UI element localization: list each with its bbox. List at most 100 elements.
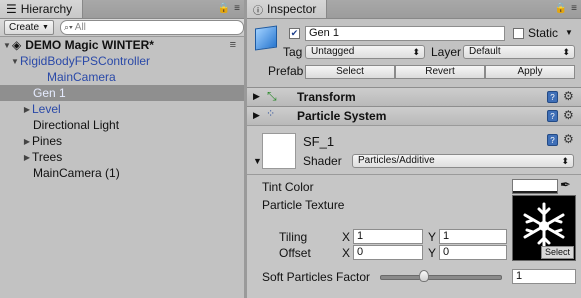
list-item-label: MainCamera (1) bbox=[33, 166, 120, 180]
hierarchy-tabstrip: ☰ Hierarchy 🔒 ≡ bbox=[0, 0, 244, 19]
hierarchy-panel: ☰ Hierarchy 🔒 ≡ Create ▼ ⌕▾ All ▼ ◈ DEMO… bbox=[0, 0, 244, 298]
updown-caret-icon: ⬍ bbox=[562, 47, 570, 57]
inspector-tab-controls: 🔒 ≡ bbox=[555, 3, 577, 14]
list-item-selected[interactable]: Gen 1 bbox=[0, 85, 244, 101]
prefab-apply-button[interactable]: Apply bbox=[485, 65, 575, 79]
scene-name: DEMO Magic WINTER* bbox=[25, 38, 154, 52]
material-header: ▼ SF_1 Shader Particles/Additive ⬍ ? ⚙ bbox=[247, 126, 581, 175]
particle-system-icon: ⁘ bbox=[266, 108, 276, 120]
shader-label: Shader bbox=[303, 154, 342, 168]
tiling-y-field[interactable]: 1 bbox=[439, 229, 507, 244]
help-book-icon[interactable]: ? bbox=[547, 91, 558, 103]
scene-menu-icon[interactable]: ≡ bbox=[230, 39, 236, 51]
hierarchy-tab[interactable]: ☰ Hierarchy bbox=[0, 0, 84, 18]
prefab-select-button[interactable]: Select bbox=[305, 65, 395, 79]
hierarchy-toolbar: Create ▼ ⌕▾ All bbox=[0, 19, 244, 37]
updown-caret-icon: ⬍ bbox=[412, 47, 420, 57]
material-name: SF_1 bbox=[303, 134, 335, 149]
expand-arrow-icon[interactable]: ▶ bbox=[22, 153, 32, 162]
offset-label: Offset bbox=[279, 246, 311, 260]
prefab-label: Prefab bbox=[268, 64, 304, 78]
unity-scene-icon: ◈ bbox=[12, 38, 22, 52]
soft-particles-slider[interactable] bbox=[380, 275, 502, 280]
list-item-label: Trees bbox=[32, 150, 63, 164]
inspector-tab[interactable]: ⓘ Inspector bbox=[247, 0, 328, 18]
static-label: Static bbox=[528, 26, 559, 40]
hierarchy-tab-controls: 🔒 ≡ bbox=[218, 3, 240, 14]
help-book-icon[interactable]: ? bbox=[547, 134, 558, 146]
expand-arrow-icon[interactable]: ▼ bbox=[10, 57, 20, 66]
list-item[interactable]: ▼ RigidBodyFPSController bbox=[0, 53, 244, 69]
gear-icon[interactable]: ⚙ bbox=[563, 132, 574, 146]
list-item[interactable]: MainCamera bbox=[0, 69, 244, 85]
gear-icon[interactable]: ⚙ bbox=[563, 108, 574, 122]
list-item[interactable]: ▶ Level bbox=[0, 101, 244, 117]
search-icon: ⌕▾ bbox=[63, 22, 73, 32]
scene-row[interactable]: ▼ ◈ DEMO Magic WINTER* ≡ bbox=[0, 37, 244, 53]
create-button-label: Create bbox=[9, 22, 40, 33]
create-button[interactable]: Create ▼ bbox=[4, 20, 54, 35]
expand-arrow-icon[interactable]: ▶ bbox=[253, 110, 260, 121]
transform-title: Transform bbox=[297, 90, 356, 104]
texture-slot[interactable]: Select bbox=[512, 195, 576, 261]
expand-arrow-icon[interactable]: ▶ bbox=[22, 137, 32, 146]
soft-particles-field[interactable]: 1 bbox=[512, 269, 576, 284]
search-input[interactable]: ⌕▾ All bbox=[59, 20, 244, 35]
tint-color-label: Tint Color bbox=[262, 180, 314, 194]
list-item-label: RigidBodyFPSController bbox=[20, 54, 151, 68]
updown-caret-icon: ⬍ bbox=[561, 156, 569, 166]
eyedropper-icon[interactable]: ✒ bbox=[560, 177, 571, 193]
list-icon: ☰ bbox=[6, 2, 17, 16]
lock-icon[interactable]: 🔒 bbox=[218, 3, 230, 14]
tag-dropdown[interactable]: Untagged ⬍ bbox=[305, 45, 425, 59]
gear-icon[interactable]: ⚙ bbox=[563, 89, 574, 103]
menu-icon[interactable]: ≡ bbox=[571, 3, 577, 14]
hierarchy-tab-label: Hierarchy bbox=[20, 2, 73, 16]
object-name-field[interactable]: Gen 1 bbox=[305, 26, 505, 41]
object-header: ✔ Gen 1 Static ▼ Tag Untagged ⬍ Layer De… bbox=[247, 19, 581, 87]
slider-thumb[interactable] bbox=[418, 270, 429, 282]
prefab-revert-button[interactable]: Revert bbox=[395, 65, 485, 79]
chevron-down-icon[interactable]: ▼ bbox=[565, 28, 573, 37]
tint-color-swatch[interactable] bbox=[512, 179, 558, 194]
active-checkbox[interactable]: ✔ bbox=[289, 28, 300, 39]
list-item-label: MainCamera bbox=[47, 70, 116, 84]
tiling-x-field[interactable]: 1 bbox=[353, 229, 423, 244]
offset-y-field[interactable]: 0 bbox=[439, 245, 507, 260]
layer-label: Layer bbox=[431, 45, 462, 59]
tiling-label: Tiling bbox=[279, 230, 308, 244]
inspector-tabstrip: ⓘ Inspector 🔒 ≡ bbox=[247, 0, 581, 19]
expand-arrow-icon[interactable]: ▼ bbox=[253, 156, 262, 166]
tiling-x-label: X bbox=[342, 230, 351, 244]
transform-component-header[interactable]: ▶ ⤡ Transform ? ⚙ bbox=[247, 87, 581, 107]
list-item[interactable]: Directional Light bbox=[0, 117, 244, 133]
layer-dropdown[interactable]: Default ⬍ bbox=[463, 45, 575, 59]
list-item-label: Gen 1 bbox=[33, 86, 66, 100]
expand-arrow-icon[interactable]: ▶ bbox=[22, 105, 32, 114]
shader-value: Particles/Additive bbox=[358, 155, 435, 166]
lock-icon[interactable]: 🔒 bbox=[555, 3, 567, 14]
list-item[interactable]: ▶ Trees bbox=[0, 149, 244, 165]
search-placeholder: All bbox=[74, 22, 86, 33]
particle-system-title: Particle System bbox=[297, 109, 387, 123]
help-book-icon[interactable]: ? bbox=[547, 110, 558, 122]
offset-x-field[interactable]: 0 bbox=[353, 245, 423, 260]
transform-axes-icon: ⤡ bbox=[267, 89, 277, 103]
expand-arrow-icon[interactable]: ▼ bbox=[2, 41, 12, 50]
static-checkbox[interactable] bbox=[513, 28, 524, 39]
material-properties: Tint Color ✒ Particle Texture Select Til… bbox=[247, 175, 581, 298]
list-item-label: Directional Light bbox=[33, 118, 120, 132]
info-icon: ⓘ bbox=[253, 5, 263, 17]
menu-icon[interactable]: ≡ bbox=[234, 3, 240, 14]
layer-value: Default bbox=[469, 46, 501, 57]
shader-dropdown[interactable]: Particles/Additive ⬍ bbox=[352, 154, 574, 168]
soft-particles-label: Soft Particles Factor bbox=[262, 270, 371, 284]
particle-system-component-header[interactable]: ▶ ⁘ Particle System ? ⚙ bbox=[247, 106, 581, 126]
list-item[interactable]: MainCamera (1) bbox=[0, 165, 244, 181]
tag-label: Tag bbox=[283, 45, 303, 59]
tag-value: Untagged bbox=[311, 46, 355, 57]
list-item-label: Level bbox=[32, 102, 61, 116]
expand-arrow-icon[interactable]: ▶ bbox=[253, 91, 260, 102]
list-item[interactable]: ▶ Pines bbox=[0, 133, 244, 149]
texture-select-button[interactable]: Select bbox=[540, 246, 574, 259]
